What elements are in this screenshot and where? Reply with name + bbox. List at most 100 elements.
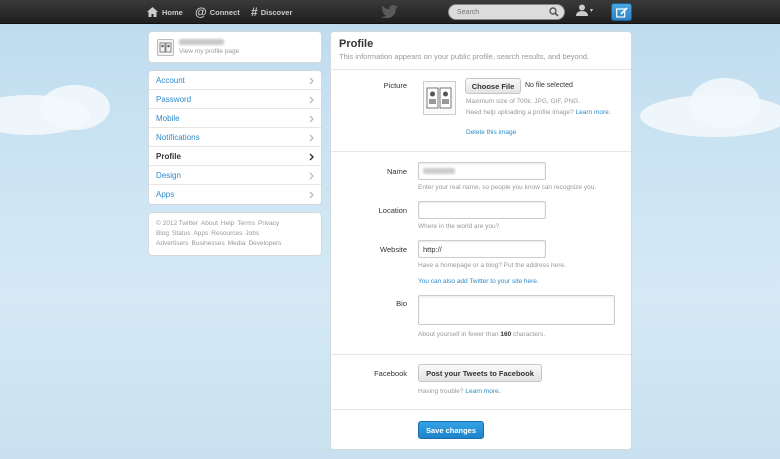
compose-tweet-button[interactable] bbox=[611, 3, 632, 21]
footer-link-resources[interactable]: Resources bbox=[211, 230, 242, 237]
user-menu[interactable]: ▾ bbox=[576, 4, 593, 16]
facebook-help: Having trouble? Learn more. bbox=[418, 388, 500, 395]
compose-icon bbox=[615, 6, 628, 18]
footer-link-advertisers[interactable]: Advertisers bbox=[156, 240, 189, 247]
chevron-right-icon bbox=[309, 172, 314, 180]
background-cloud bbox=[40, 85, 110, 130]
chevron-right-icon bbox=[309, 77, 314, 85]
settings-nav-label: Notifications bbox=[156, 132, 200, 142]
profile-image-icon bbox=[426, 87, 452, 109]
page-title: Profile bbox=[339, 38, 374, 50]
footer-link-privacy[interactable]: Privacy bbox=[258, 220, 279, 227]
avatar-image-icon bbox=[159, 42, 172, 52]
facebook-learn-more-link[interactable]: Learn more. bbox=[465, 388, 500, 395]
settings-nav-mobile[interactable]: Mobile bbox=[149, 109, 321, 128]
facebook-label: Facebook bbox=[374, 369, 407, 378]
divider bbox=[331, 151, 631, 152]
divider bbox=[331, 409, 631, 410]
footer-link-media[interactable]: Media bbox=[228, 240, 246, 247]
background-cloud bbox=[690, 78, 760, 128]
name-input[interactable] bbox=[418, 162, 546, 180]
chevron-right-icon bbox=[309, 96, 314, 104]
nav-home[interactable]: Home bbox=[147, 0, 183, 24]
post-to-facebook-button[interactable]: Post your Tweets to Facebook bbox=[418, 364, 542, 382]
search-icon[interactable] bbox=[549, 7, 559, 17]
picture-help-text: Need help uploading a profile image? Lea… bbox=[466, 108, 621, 117]
name-label: Name bbox=[386, 167, 407, 176]
at-icon: @ bbox=[195, 5, 207, 19]
twitter-bird-icon bbox=[381, 5, 398, 18]
settings-nav-label: Password bbox=[156, 94, 192, 104]
profile-card[interactable]: View my profile page bbox=[148, 31, 322, 63]
divider bbox=[331, 354, 631, 355]
nav-discover[interactable]: # Discover bbox=[251, 0, 292, 24]
picture-size-hint: Maximum size of 700k. JPG, GIF, PNG. bbox=[466, 98, 581, 105]
picture-help-prefix: Need help uploading a profile image? bbox=[466, 109, 574, 116]
footer-link-developers[interactable]: Developers bbox=[248, 240, 281, 247]
settings-nav-label: Account bbox=[156, 75, 185, 85]
website-label: Website bbox=[380, 245, 407, 254]
footer-link-status[interactable]: Status bbox=[172, 230, 190, 237]
settings-nav-label: Design bbox=[156, 170, 181, 180]
page-subtitle: This information appears on your public … bbox=[339, 52, 590, 61]
settings-nav-label: Mobile bbox=[156, 113, 180, 123]
settings-nav: Account Password Mobile Notifications Pr… bbox=[148, 70, 322, 205]
bio-hint-suffix: characters. bbox=[513, 331, 546, 338]
footer-link-terms[interactable]: Terms bbox=[237, 220, 255, 227]
footer-link-apps[interactable]: Apps bbox=[193, 230, 208, 237]
hash-icon: # bbox=[251, 5, 258, 19]
settings-nav-notifications[interactable]: Notifications bbox=[149, 128, 321, 147]
name-hint: Enter your real name, so people you know… bbox=[418, 184, 597, 191]
bio-char-limit: 160 bbox=[500, 331, 512, 338]
profile-picture-thumbnail bbox=[423, 81, 456, 115]
panel-header: Profile This information appears on your… bbox=[331, 32, 631, 70]
top-navigation-bar: Home @ Connect # Discover Search ▾ bbox=[0, 0, 780, 24]
avatar bbox=[157, 38, 174, 56]
footer-link-jobs[interactable]: Jobs bbox=[245, 230, 259, 237]
website-input[interactable]: http:// bbox=[418, 240, 546, 258]
bio-textarea[interactable] bbox=[418, 295, 615, 325]
footer-copyright: © 2012 Twitter bbox=[156, 220, 198, 227]
footer-link-businesses[interactable]: Businesses bbox=[192, 240, 225, 247]
bio-hint: About yourself in fewer than 160 charact… bbox=[418, 331, 545, 338]
footer-link-help[interactable]: Help bbox=[221, 220, 234, 227]
choose-file-button[interactable]: Choose File bbox=[465, 78, 521, 94]
home-icon bbox=[147, 7, 158, 17]
settings-nav-profile[interactable]: Profile bbox=[149, 147, 321, 166]
nav-connect-label: Connect bbox=[209, 7, 240, 17]
settings-nav-design[interactable]: Design bbox=[149, 166, 321, 185]
nav-discover-label: Discover bbox=[260, 7, 293, 17]
add-twitter-to-site-link[interactable]: You can also add Twitter to your site he… bbox=[418, 278, 539, 285]
nav-connect[interactable]: @ Connect bbox=[195, 0, 240, 24]
delete-image-link[interactable]: Delete this image bbox=[466, 129, 516, 136]
save-changes-button[interactable]: Save changes bbox=[418, 421, 484, 439]
learn-more-link[interactable]: Learn more. bbox=[576, 109, 611, 116]
chevron-right-icon bbox=[309, 191, 314, 199]
chevron-right-icon bbox=[309, 134, 314, 142]
chevron-right-icon bbox=[309, 115, 314, 123]
website-hint: Have a homepage or a blog? Put the addre… bbox=[418, 262, 566, 269]
view-profile-link[interactable]: View my profile page bbox=[179, 48, 239, 55]
blurred-username bbox=[179, 39, 224, 45]
footer-link-about[interactable]: About bbox=[201, 220, 218, 227]
nav-home-label: Home bbox=[162, 7, 183, 17]
picture-label: Picture bbox=[383, 81, 407, 90]
facebook-trouble-text: Having trouble? bbox=[418, 388, 464, 395]
footer-link-blog[interactable]: Blog bbox=[156, 230, 169, 237]
settings-nav-password[interactable]: Password bbox=[149, 90, 321, 109]
location-input[interactable] bbox=[418, 201, 546, 219]
settings-nav-apps[interactable]: Apps bbox=[149, 185, 321, 204]
user-icon bbox=[576, 4, 588, 16]
bio-hint-prefix: About yourself in fewer than bbox=[418, 331, 499, 338]
location-label: Location bbox=[378, 206, 407, 215]
site-footer: © 2012 Twitter About Help Terms Privacy Blog… bbox=[148, 212, 322, 256]
settings-nav-label: Apps bbox=[156, 190, 175, 199]
chevron-right-icon bbox=[309, 153, 314, 161]
search-placeholder: Search bbox=[457, 8, 480, 16]
settings-nav-account[interactable]: Account bbox=[149, 71, 321, 90]
settings-nav-label: Profile bbox=[156, 151, 181, 161]
search-input[interactable]: Search bbox=[448, 4, 565, 20]
no-file-selected-text: No file selected bbox=[525, 82, 573, 89]
chevron-down-icon: ▾ bbox=[590, 7, 594, 14]
location-hint: Where in the world are you? bbox=[418, 223, 500, 230]
